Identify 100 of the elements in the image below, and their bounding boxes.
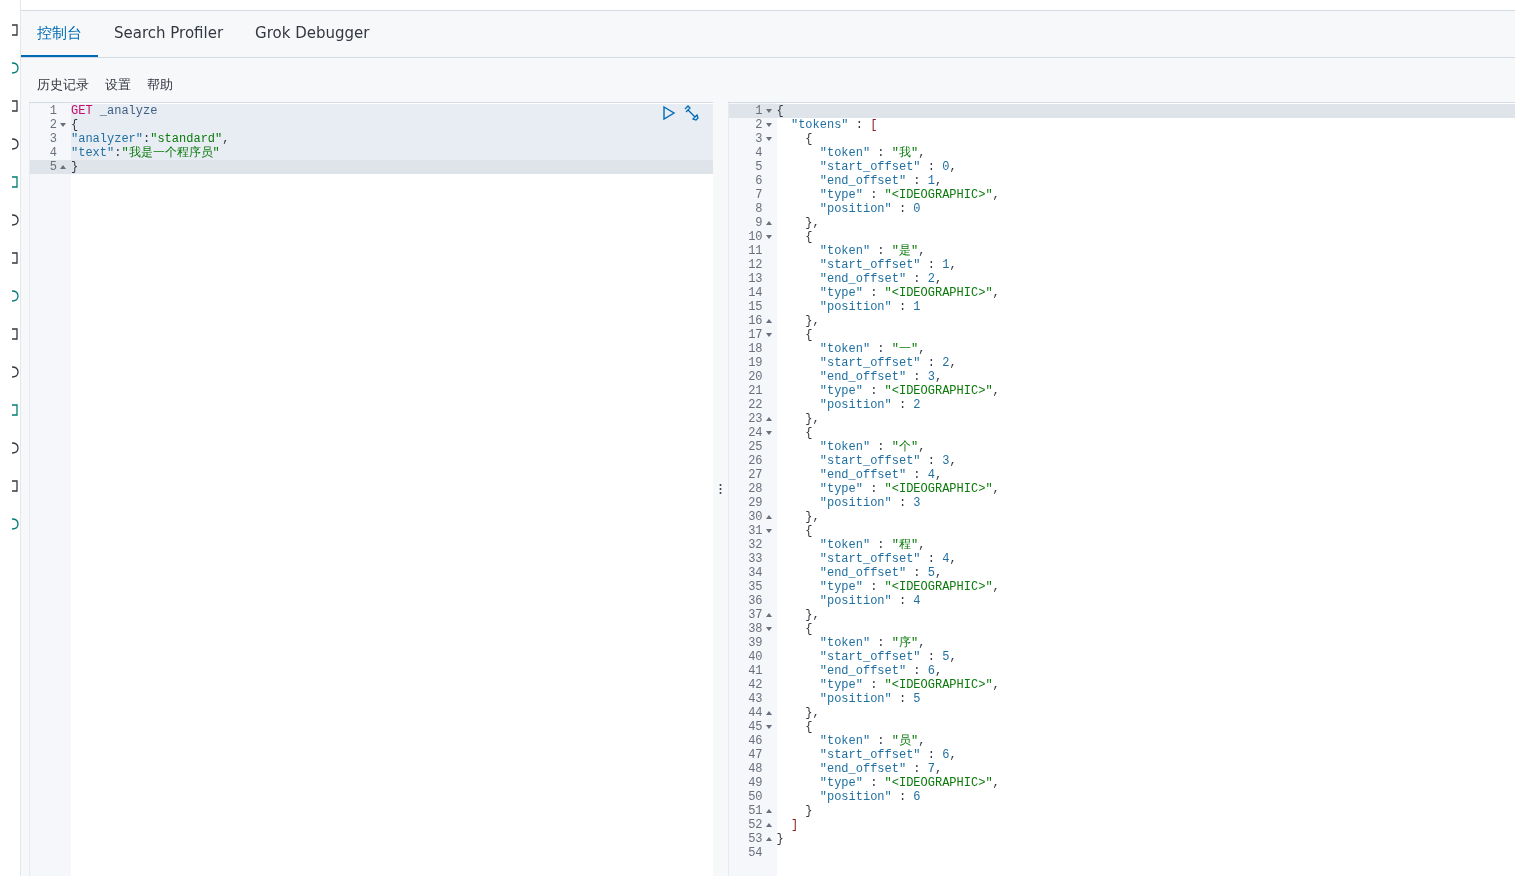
code-line: "end_offset" : 7, <box>818 762 944 776</box>
code-line: { <box>804 622 814 636</box>
code-line: { <box>804 426 814 440</box>
line-number: 27 <box>747 468 764 482</box>
code-line: { <box>804 230 814 244</box>
line-number: 2 <box>728 118 777 132</box>
line-number: 23 <box>728 412 777 426</box>
code-line: "position" : 0 <box>818 202 922 216</box>
line-number: 11 <box>747 244 764 258</box>
code-line: "start_offset" : 2, <box>818 356 958 370</box>
nav-icon[interactable] <box>12 98 20 114</box>
code-line: "type" : "<IDEOGRAPHIC>", <box>818 580 1001 594</box>
code-line: { <box>804 720 814 734</box>
line-number: 32 <box>747 538 764 552</box>
line-number: 21 <box>747 384 764 398</box>
line-number: 46 <box>747 734 764 748</box>
line-number: 39 <box>747 636 764 650</box>
line-number: 42 <box>747 678 764 692</box>
line-number: 36 <box>747 594 764 608</box>
line-number: 14 <box>747 286 764 300</box>
play-icon[interactable] <box>660 105 677 121</box>
code-line: }, <box>804 510 821 524</box>
line-number: 40 <box>747 650 764 664</box>
code-line: "position" : 2 <box>818 398 922 412</box>
line-number: 8 <box>754 202 764 216</box>
line-number: 1 <box>48 104 58 118</box>
code-line: "type" : "<IDEOGRAPHIC>", <box>818 188 1001 202</box>
code-line: }, <box>804 216 821 230</box>
line-number: 48 <box>747 762 764 776</box>
line-number: 34 <box>747 566 764 580</box>
line-number: 20 <box>747 370 764 384</box>
code-line: "start_offset" : 1, <box>818 258 958 272</box>
line-number: 51 <box>728 804 777 818</box>
toolbar-link[interactable]: 历史记录 <box>37 76 89 94</box>
line-number: 17 <box>728 328 777 342</box>
code-line: } <box>776 832 785 846</box>
code-line: "type" : "<IDEOGRAPHIC>", <box>818 286 1001 300</box>
code-line: { <box>804 328 814 342</box>
line-number: 19 <box>747 356 764 370</box>
code-line: "end_offset" : 6, <box>818 664 944 678</box>
nav-icon[interactable] <box>12 478 20 494</box>
code-line: "end_offset" : 5, <box>818 566 944 580</box>
tab[interactable]: Search Profiler <box>98 11 240 57</box>
code-line: { <box>804 132 814 146</box>
code-line: }, <box>804 608 821 622</box>
code-line: "start_offset" : 4, <box>818 552 958 566</box>
nav-icon[interactable] <box>12 212 20 228</box>
code-line: "start_offset" : 0, <box>818 160 958 174</box>
toolbar-link[interactable]: 帮助 <box>147 76 173 94</box>
line-number: 2 <box>30 118 71 132</box>
line-number: 1 <box>728 104 777 118</box>
line-number: 5 <box>754 160 764 174</box>
wrench-icon[interactable] <box>682 105 699 121</box>
line-number: 4 <box>48 146 58 160</box>
nav-icon[interactable] <box>12 288 20 304</box>
nav-icon[interactable] <box>12 250 20 266</box>
code-line: "tokens" : [ <box>789 118 879 132</box>
line-number: 54 <box>747 846 764 860</box>
toolbar-link[interactable]: 设置 <box>105 76 131 94</box>
code-line: "token" : "个", <box>818 440 927 454</box>
code-line: "type" : "<IDEOGRAPHIC>", <box>818 384 1001 398</box>
code-line: "position" : 4 <box>818 594 922 608</box>
nav-icon[interactable] <box>12 516 20 532</box>
line-number: 47 <box>747 748 764 762</box>
nav-icon[interactable] <box>12 22 20 38</box>
fold-arrow-icon[interactable] <box>59 163 67 171</box>
nav-icon[interactable] <box>12 326 20 342</box>
code-line: "position" : 3 <box>818 496 922 510</box>
code-line: }, <box>804 706 821 720</box>
code-line: "position" : 6 <box>818 790 922 804</box>
code-line: "end_offset" : 2, <box>818 272 944 286</box>
fold-arrow-icon[interactable] <box>59 121 67 129</box>
line-number: 31 <box>728 524 777 538</box>
line-number: 28 <box>747 482 764 496</box>
line-number: 4 <box>754 146 764 160</box>
nav-icon[interactable] <box>12 136 20 152</box>
line-number: 13 <box>747 272 764 286</box>
line-number: 7 <box>754 188 764 202</box>
code-line: "token" : "员", <box>818 734 927 748</box>
line-number: 41 <box>747 664 764 678</box>
line-number: 29 <box>747 496 764 510</box>
code-line: "end_offset" : 3, <box>818 370 944 384</box>
code-line: "start_offset" : 3, <box>818 454 958 468</box>
code-line: "token" : "程", <box>818 538 927 552</box>
line-number: 12 <box>747 258 764 272</box>
code-line: "start_offset" : 6, <box>818 748 958 762</box>
line-number: 49 <box>747 776 764 790</box>
line-number: 5 <box>30 160 71 174</box>
nav-icon[interactable] <box>12 440 20 456</box>
line-number: 50 <box>747 790 764 804</box>
code-line: } <box>804 804 814 818</box>
code-line: { <box>804 524 814 538</box>
resize-handle-icon[interactable] <box>718 483 722 495</box>
tab[interactable]: Grok Debugger <box>239 11 386 57</box>
nav-icon[interactable] <box>12 364 20 380</box>
line-number: 16 <box>728 314 777 328</box>
line-number: 3 <box>48 132 58 146</box>
code-line: "type" : "<IDEOGRAPHIC>", <box>818 482 1001 496</box>
line-number: 45 <box>728 720 777 734</box>
nav-icon[interactable] <box>12 60 20 76</box>
